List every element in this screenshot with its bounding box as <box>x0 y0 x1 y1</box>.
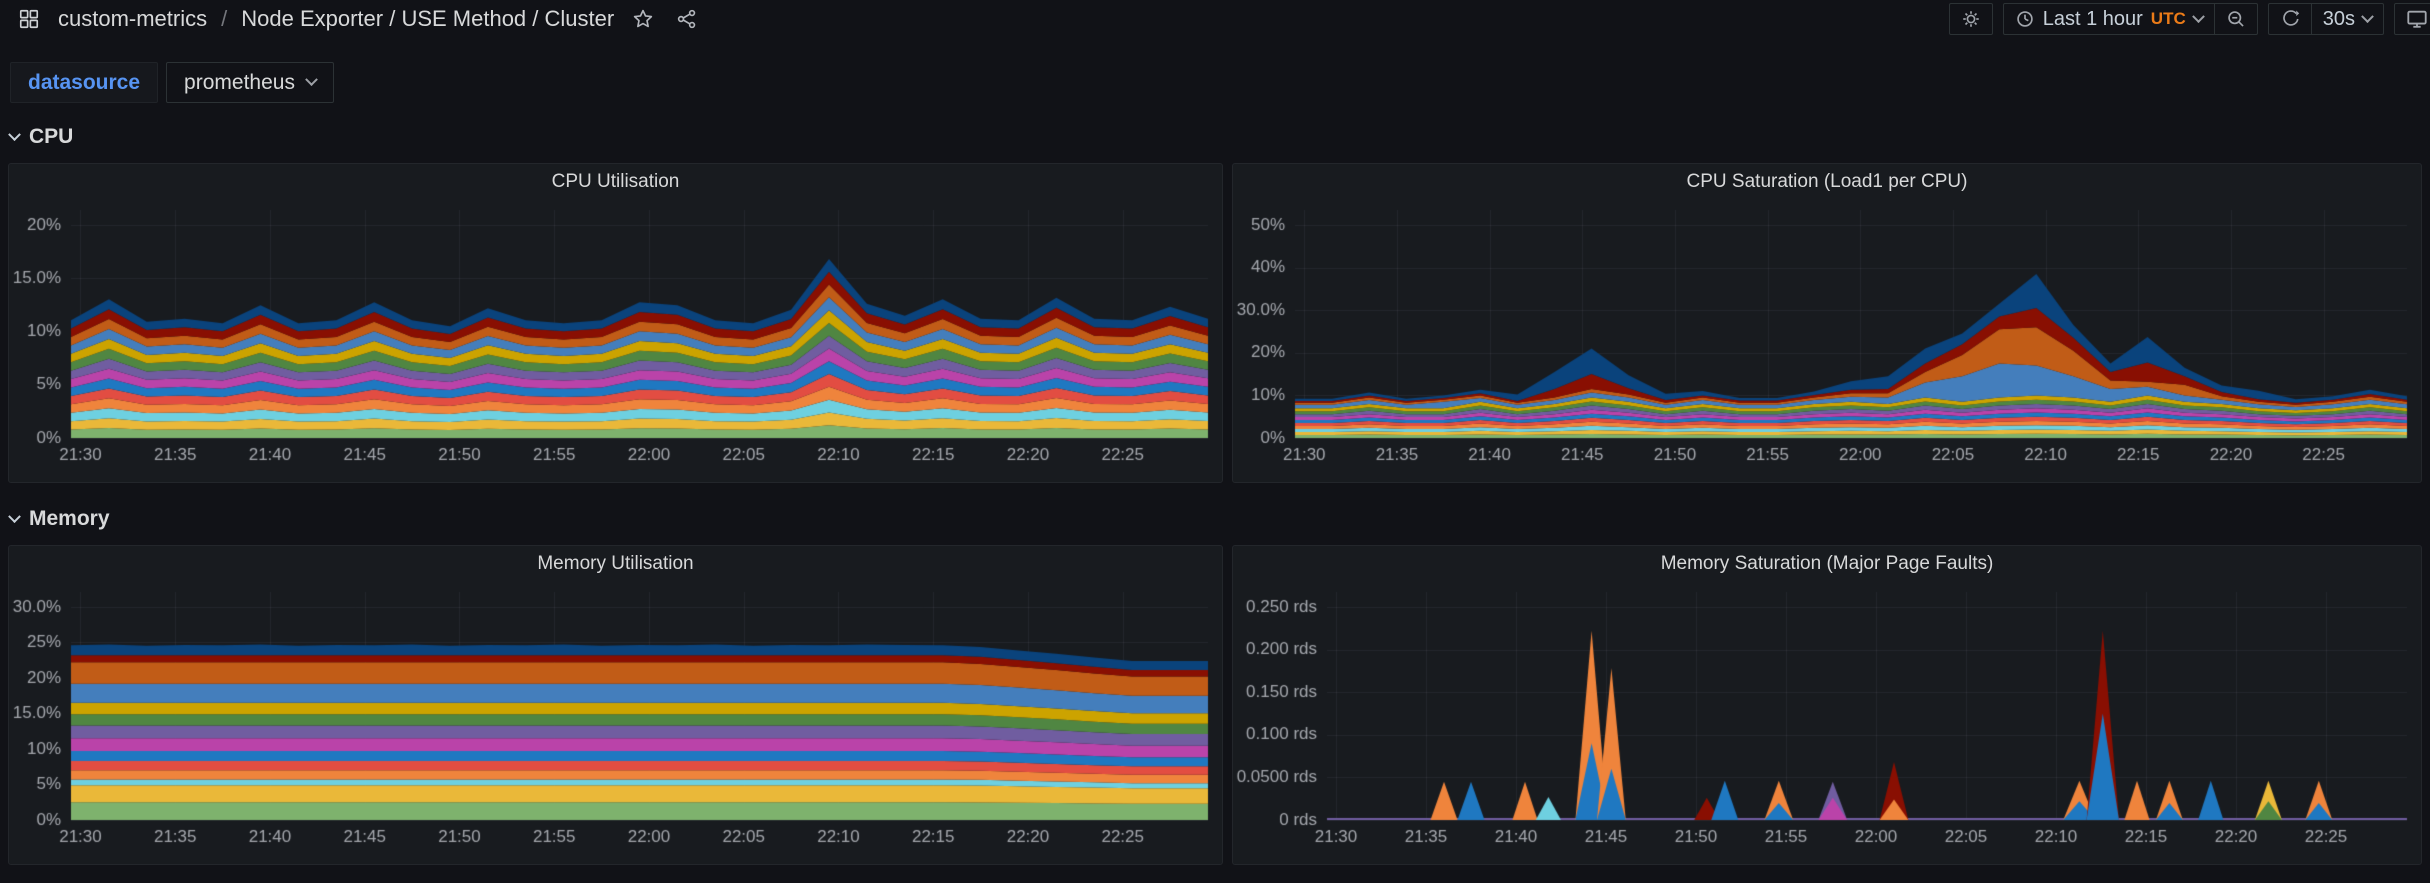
top-navigation-bar: custom-metrics / Node Exporter / USE Met… <box>0 0 2430 38</box>
section-title-cpu: CPU <box>29 125 74 148</box>
cycle-view-mode-button[interactable] <box>2394 3 2430 35</box>
memory-utilisation-chart[interactable] <box>9 582 1222 864</box>
refresh-button[interactable] <box>2269 4 2311 34</box>
dashboard-settings-button[interactable] <box>1948 3 1993 35</box>
clock-icon <box>2016 11 2033 27</box>
panel-title-cpu-saturation[interactable]: CPU Saturation (Load1 per CPU) <box>1233 164 2421 200</box>
chevron-down-icon <box>2361 9 2374 23</box>
datasource-value: prometheus <box>184 70 295 94</box>
panel-memory-utilisation: Memory Utilisation <box>8 545 1223 865</box>
timezone-badge: UTC <box>2150 9 2186 28</box>
panel-title-memory-saturation[interactable]: Memory Saturation (Major Page Faults) <box>1233 546 2421 582</box>
datasource-dropdown[interactable]: prometheus <box>166 62 334 103</box>
dashboard-variables-row: datasource prometheus <box>10 62 2430 103</box>
chevron-down-icon <box>2191 9 2205 23</box>
memory-panels-row: Memory Utilisation Memory Saturation (Ma… <box>8 545 2422 865</box>
star-icon[interactable] <box>628 4 658 34</box>
gear-icon <box>1962 11 1979 27</box>
panel-title-memory-utilisation[interactable]: Memory Utilisation <box>9 546 1222 582</box>
variable-label: datasource <box>10 62 159 103</box>
time-range-picker[interactable]: Last 1 hour UTC <box>2004 4 2214 34</box>
chevron-down-icon <box>8 127 21 141</box>
chevron-down-icon <box>305 73 318 87</box>
panel-cpu-saturation: CPU Saturation (Load1 per CPU) <box>1232 163 2422 483</box>
apps-grid-icon[interactable] <box>14 4 44 34</box>
panel-title-cpu-utilisation[interactable]: CPU Utilisation <box>9 164 1222 200</box>
cpu-panels-row: CPU Utilisation CPU Saturation (Load1 pe… <box>8 163 2422 483</box>
share-icon[interactable] <box>672 4 702 34</box>
time-range-label: Last 1 hour <box>2042 7 2143 30</box>
refresh-interval-dropdown[interactable]: 30s <box>2310 4 2383 34</box>
zoom-out-button[interactable] <box>2213 4 2257 34</box>
dashboard-title[interactable]: Node Exporter / USE Method / Cluster <box>241 6 614 32</box>
time-picker-group: Last 1 hour UTC <box>2002 3 2258 35</box>
section-row-cpu[interactable]: CPU <box>8 123 2430 151</box>
section-row-memory[interactable]: Memory <box>8 505 2430 533</box>
zoom-out-icon <box>2227 11 2244 27</box>
panel-memory-saturation: Memory Saturation (Major Page Faults) <box>1232 545 2422 865</box>
chevron-down-icon <box>8 509 21 523</box>
section-title-memory: Memory <box>29 507 110 530</box>
memory-saturation-chart[interactable] <box>1233 582 2421 864</box>
breadcrumb-separator: / <box>221 6 228 31</box>
cpu-saturation-chart[interactable] <box>1233 200 2421 482</box>
panel-cpu-utilisation: CPU Utilisation <box>8 163 1223 483</box>
refresh-interval-label: 30s <box>2322 7 2355 30</box>
cpu-utilisation-chart[interactable] <box>9 200 1222 482</box>
refresh-icon <box>2282 10 2299 26</box>
breadcrumb-folder[interactable]: custom-metrics <box>58 6 207 32</box>
monitor-icon <box>2407 10 2427 28</box>
refresh-group: 30s <box>2267 3 2384 35</box>
